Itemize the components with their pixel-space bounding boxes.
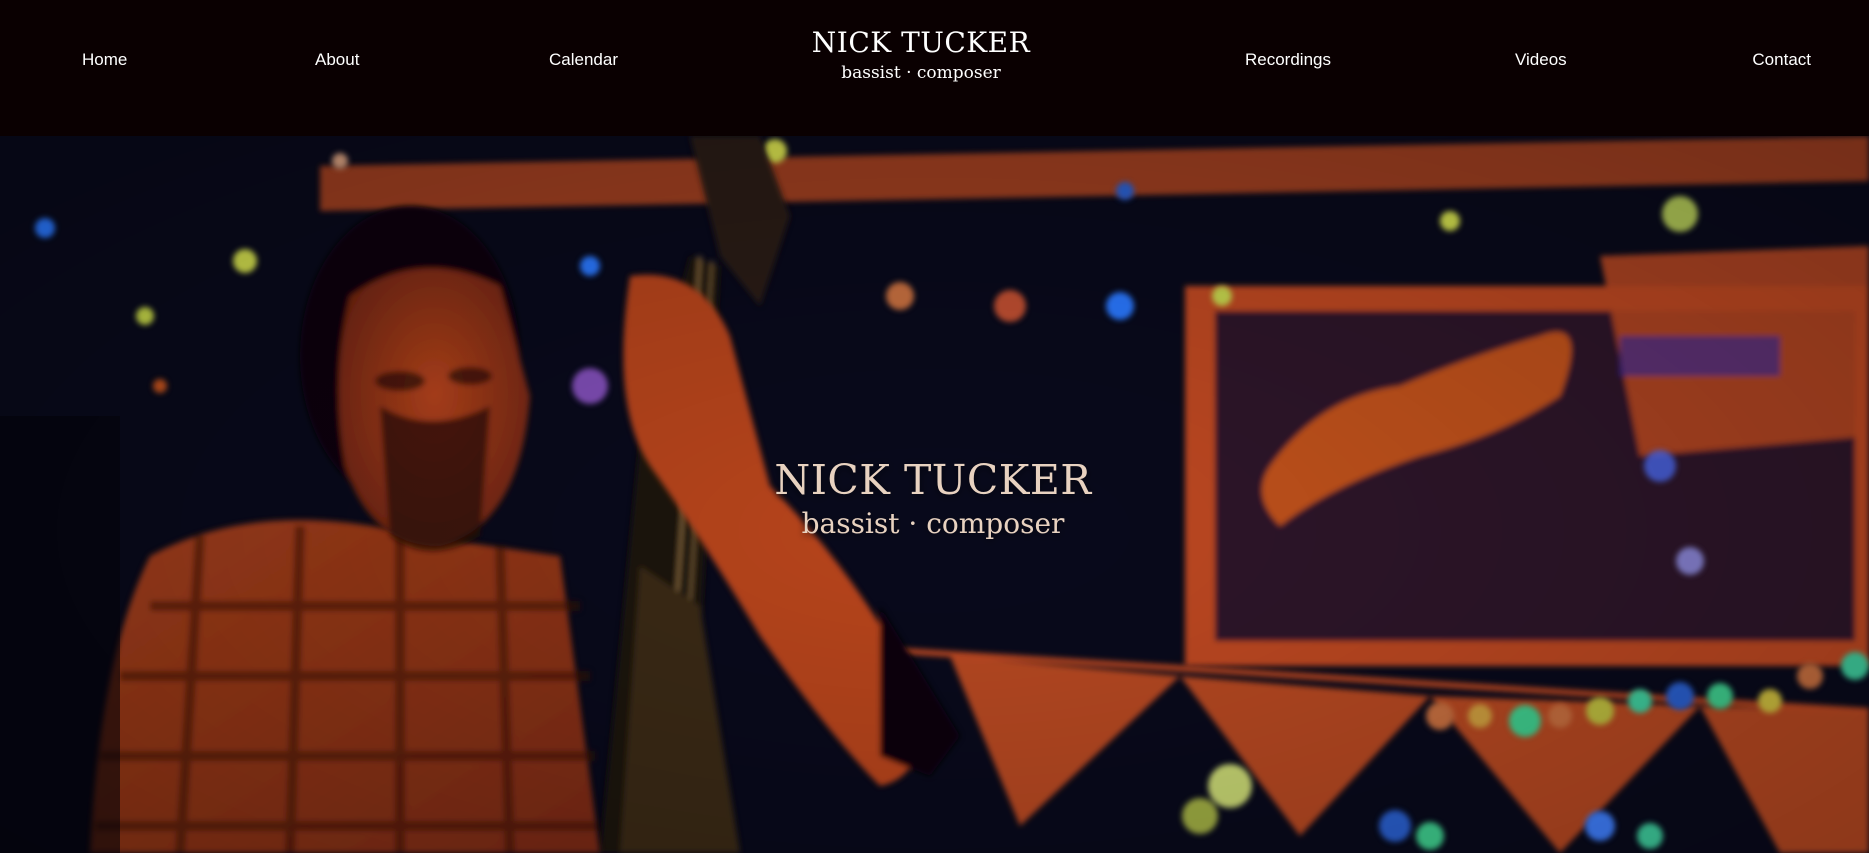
hero-subtitle: bassist · composer xyxy=(801,507,1065,540)
hero-title: NICK TUCKER xyxy=(774,456,1092,504)
nav-recordings[interactable]: Recordings xyxy=(1245,49,1331,71)
nav-contact[interactable]: Contact xyxy=(1752,49,1811,71)
hero-banner: NICK TUCKER bassist · composer xyxy=(0,136,1869,853)
site-header: Home About Calendar NICK TUCKER bassist … xyxy=(0,0,1869,136)
nav-videos[interactable]: Videos xyxy=(1515,49,1567,71)
hero-text-block: NICK TUCKER bassist · composer xyxy=(0,454,1866,542)
